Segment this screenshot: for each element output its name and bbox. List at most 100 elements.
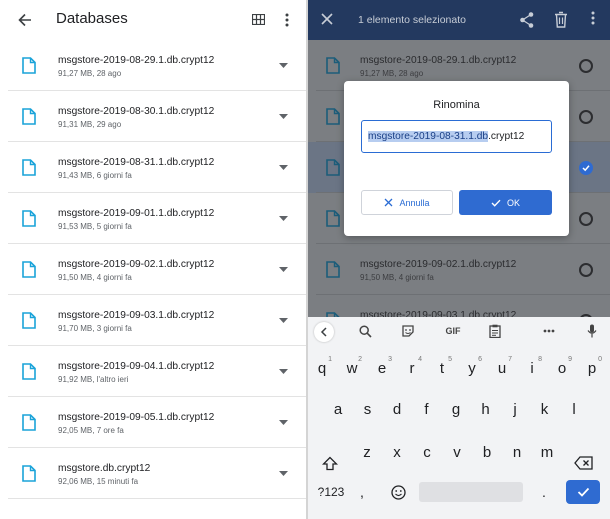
key-e[interactable]: e3 — [371, 353, 393, 383]
key-f[interactable]: f — [416, 394, 438, 424]
more-horiz-icon[interactable] — [540, 322, 558, 340]
file-list-item[interactable]: msgstore-2019-09-02.1.db.crypt12 91,50 MB… — [0, 244, 306, 295]
key-label: g — [451, 400, 461, 418]
key-b[interactable]: b — [476, 437, 498, 467]
file-icon — [326, 159, 340, 176]
key-y[interactable]: y6 — [461, 353, 483, 383]
delete-icon[interactable] — [554, 11, 568, 29]
key-v[interactable]: v — [446, 437, 468, 467]
key-z[interactable]: z — [356, 437, 378, 467]
more-vert-icon[interactable] — [591, 11, 599, 29]
period-key[interactable]: . — [536, 482, 552, 502]
file-meta: 91,27 MB, 28 ago — [58, 69, 122, 78]
comma-key[interactable]: , — [354, 482, 370, 502]
key-label: s — [363, 400, 372, 418]
dropdown-arrow-icon[interactable] — [276, 213, 290, 223]
more-vert-icon[interactable] — [281, 10, 293, 30]
key-a[interactable]: a — [327, 394, 349, 424]
file-icon — [22, 159, 36, 176]
file-list-item[interactable]: msgstore-2019-08-29.1.db.crypt12 91,27 MB… — [0, 40, 306, 91]
key-g[interactable]: g — [445, 394, 467, 424]
key-n[interactable]: n — [506, 437, 528, 467]
ok-button[interactable]: OK — [459, 190, 552, 215]
microphone-icon[interactable] — [583, 322, 601, 340]
file-name: msgstore-2019-09-02.1.db.crypt12 — [58, 259, 215, 270]
grid-view-icon[interactable] — [249, 10, 267, 28]
key-label: x — [393, 443, 401, 461]
key-r[interactable]: r4 — [401, 353, 423, 383]
close-icon[interactable] — [319, 11, 337, 29]
file-list-item[interactable]: msgstore-2019-09-05.1.db.crypt12 92,05 MB… — [0, 397, 306, 448]
key-label: y — [468, 359, 476, 377]
key-hint: 5 — [448, 356, 452, 363]
dropdown-arrow-icon[interactable] — [276, 315, 290, 325]
gif-button[interactable]: GIF — [442, 322, 464, 340]
key-label: u — [497, 359, 507, 377]
key-m[interactable]: m — [536, 437, 558, 467]
file-list-item[interactable]: msgstore-2019-09-04.1.db.crypt12 91,92 MB… — [0, 346, 306, 397]
key-l[interactable]: l — [563, 394, 585, 424]
select-radio[interactable] — [579, 263, 593, 277]
key-q[interactable]: q1 — [311, 353, 333, 383]
key-hint: 3 — [388, 356, 392, 363]
file-name: msgstore-2019-09-05.1.db.crypt12 — [58, 412, 215, 423]
file-list-item[interactable]: msgstore-2019-09-02.1.db.crypt12 91,50 MB… — [308, 244, 610, 295]
search-icon[interactable] — [356, 322, 374, 340]
shift-key[interactable] — [318, 448, 342, 478]
key-u[interactable]: u7 — [491, 353, 513, 383]
key-x[interactable]: x — [386, 437, 408, 467]
key-s[interactable]: s — [357, 394, 379, 424]
emoji-icon[interactable] — [388, 480, 408, 504]
symbols-key[interactable]: ?123 — [314, 482, 348, 502]
key-hint: 8 — [538, 356, 542, 363]
key-c[interactable]: c — [416, 437, 438, 467]
key-label: o — [557, 359, 567, 377]
file-list-item[interactable]: msgstore-2019-08-30.1.db.crypt12 91,31 MB… — [0, 91, 306, 142]
backspace-key[interactable] — [570, 448, 596, 478]
key-o[interactable]: o9 — [551, 353, 573, 383]
file-list-item[interactable]: msgstore.db.crypt12 92,06 MB, 15 minuti f… — [0, 448, 306, 499]
back-arrow-icon[interactable] — [14, 9, 36, 31]
file-list-item[interactable]: msgstore-2019-08-31.1.db.crypt12 91,43 MB… — [0, 142, 306, 193]
share-icon[interactable] — [519, 11, 535, 29]
enter-key[interactable] — [566, 480, 600, 504]
dropdown-arrow-icon[interactable] — [276, 264, 290, 274]
dropdown-arrow-icon[interactable] — [276, 111, 290, 121]
rename-screen-panel: 1 elemento selezionato msgstore-2019-08-… — [308, 0, 610, 519]
clipboard-icon[interactable] — [486, 322, 504, 340]
dropdown-arrow-icon[interactable] — [276, 366, 290, 376]
file-icon — [22, 108, 36, 125]
keyboard-toolbar: GIF — [308, 317, 610, 345]
key-h[interactable]: h — [475, 394, 497, 424]
space-key[interactable] — [419, 482, 523, 502]
sticker-icon[interactable] — [399, 322, 417, 340]
file-icon — [22, 363, 36, 380]
selected-checkbox[interactable] — [579, 161, 593, 175]
select-radio[interactable] — [579, 110, 593, 124]
rename-input[interactable]: msgstore-2019-08-31.1.db.crypt12 — [361, 120, 552, 153]
key-i[interactable]: i8 — [521, 353, 543, 383]
key-label: z — [363, 443, 371, 461]
key-t[interactable]: t5 — [431, 353, 453, 383]
dropdown-arrow-icon[interactable] — [276, 468, 290, 478]
cancel-button[interactable]: Annulla — [361, 190, 453, 215]
file-list-item[interactable]: msgstore-2019-09-03.1.db.crypt12 91,70 MB… — [0, 295, 306, 346]
key-d[interactable]: d — [386, 394, 408, 424]
key-label: e — [377, 359, 387, 377]
key-j[interactable]: j — [504, 394, 526, 424]
file-browser-panel: Databases msgstore-2019-08-29.1.db.crypt… — [0, 0, 306, 519]
key-label: m — [540, 443, 554, 461]
dropdown-arrow-icon[interactable] — [276, 60, 290, 70]
file-list-item[interactable]: msgstore-2019-09-01.1.db.crypt12 91,53 MB… — [0, 193, 306, 244]
key-label: n — [512, 443, 522, 461]
chevron-left-icon[interactable] — [314, 322, 334, 342]
key-w[interactable]: w2 — [341, 353, 363, 383]
key-k[interactable]: k — [534, 394, 556, 424]
select-radio[interactable] — [579, 59, 593, 73]
dropdown-arrow-icon[interactable] — [276, 417, 290, 427]
file-name: msgstore-2019-09-03.1.db.crypt12 — [58, 310, 215, 321]
check-icon — [577, 487, 589, 497]
select-radio[interactable] — [579, 212, 593, 226]
dropdown-arrow-icon[interactable] — [276, 162, 290, 172]
key-p[interactable]: p0 — [581, 353, 603, 383]
